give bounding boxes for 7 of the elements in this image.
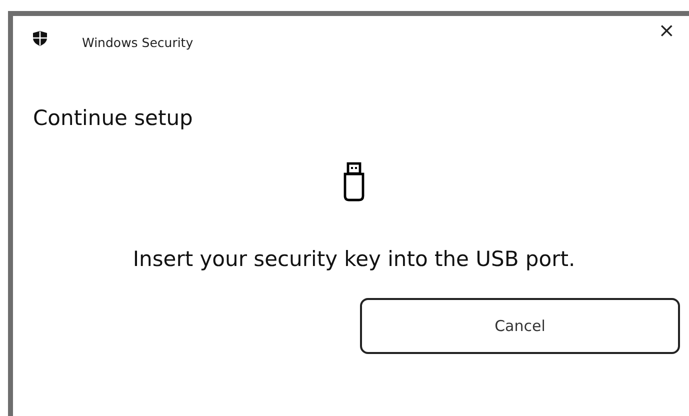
shield-icon (33, 30, 47, 46)
dialog-heading: Continue setup (33, 106, 194, 130)
instruction-text: Insert your security key into the USB port. (132, 247, 576, 271)
window-title: Windows Security (82, 34, 194, 50)
cancel-button[interactable]: Cancel (360, 298, 680, 354)
close-button[interactable]: × (654, 20, 679, 40)
usb-key-icon (343, 162, 365, 202)
